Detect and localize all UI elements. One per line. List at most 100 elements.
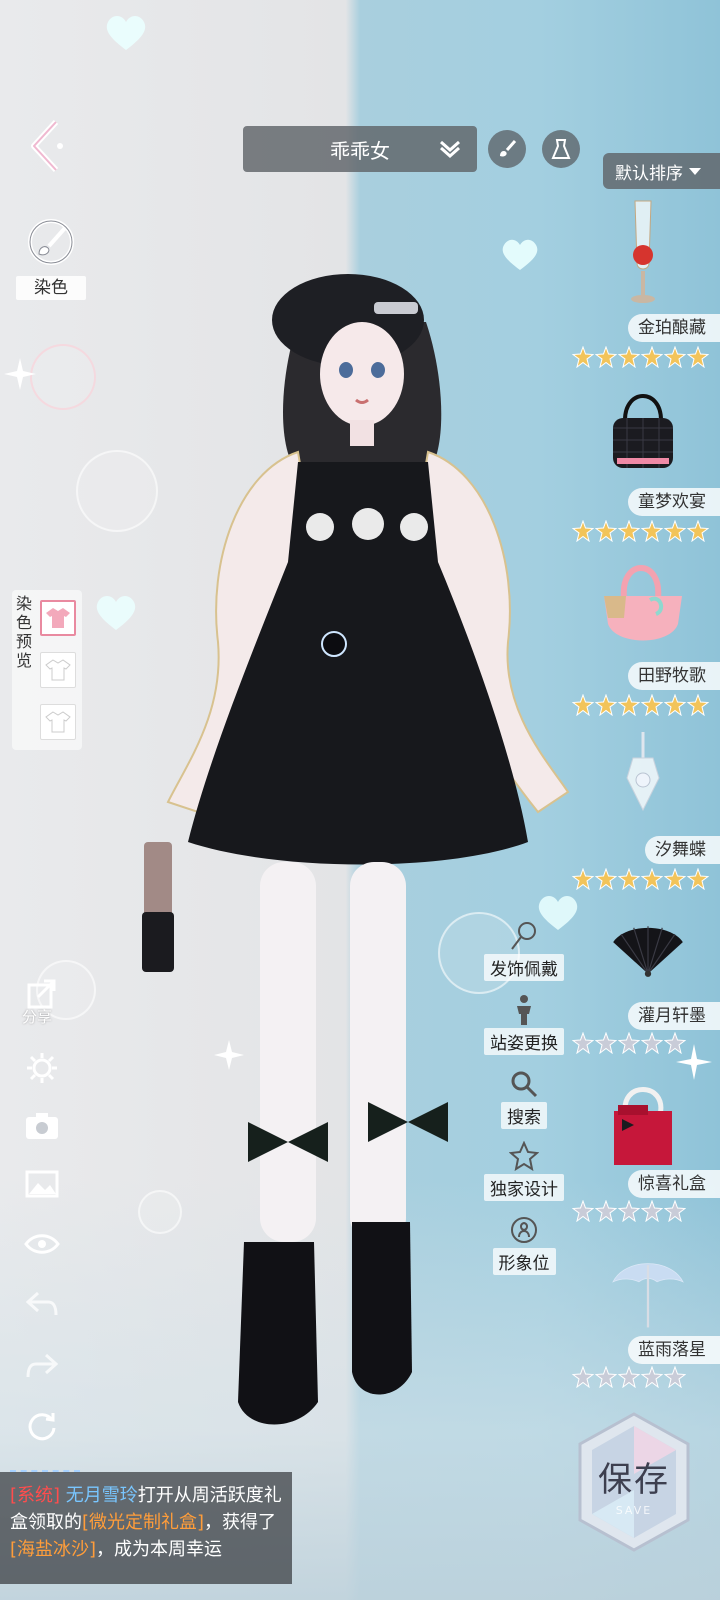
outfit-selector[interactable]: 乖乖女 [243,126,477,172]
sparkle-decoration-icon [4,358,36,390]
chat-panel[interactable]: [系统] 无月雪玲打开从周活跃度礼盒领取的[微光定制礼盒]，获得了[海盐冰沙]，… [0,1472,292,1584]
tool-label: 站姿更换 [484,1028,564,1055]
album-button[interactable] [24,1166,60,1202]
undo-button[interactable] [24,1286,60,1322]
item-card[interactable]: 汐舞蝶 [572,726,720,902]
item-card[interactable]: 童梦欢宴 [572,378,720,554]
item-card[interactable]: 惊喜礼盒 [572,1072,720,1242]
dress-button[interactable] [542,130,580,168]
star-icon [572,1032,594,1054]
star-icon [641,1200,663,1222]
redo-button[interactable] [24,1348,60,1384]
dye-button[interactable]: 染色 [16,216,86,300]
image-slot-tool[interactable]: 形象位 [476,1214,572,1275]
brush-button[interactable] [488,130,526,168]
star-icon [572,694,594,716]
save-sublabel: SAVE [615,1504,653,1517]
item-name: 金珀酿藏 [628,314,720,342]
item-name: 灌月轩墨 [628,1002,720,1030]
sort-dropdown[interactable]: 默认排序 [603,153,720,189]
star-icon [687,346,709,368]
crystal-pendant-icon [626,732,660,812]
star-icon [595,868,617,890]
shirt-icon [45,711,71,733]
star-icon [664,868,686,890]
palette-brush-icon [28,219,74,265]
item-card[interactable]: 灌月轩墨 [572,900,720,1070]
item-stars [572,346,710,368]
shirt-icon [46,608,70,628]
chat-prize-name: [海盐冰沙] [10,1539,97,1560]
item-stars [572,868,710,890]
visibility-button[interactable] [24,1226,60,1262]
bubble-decoration [30,344,96,410]
brightness-button[interactable] [24,1050,60,1086]
save-button[interactable]: 保存 SAVE [574,1410,694,1554]
dye-preview-slot-2[interactable] [40,652,76,688]
item-name: 童梦欢宴 [628,488,720,516]
star-icon [572,1200,594,1222]
dye-preview-slot-1[interactable] [40,600,76,636]
star-icon [595,694,617,716]
item-stars [572,1366,687,1388]
star-icon [618,520,640,542]
shirt-icon [45,659,71,681]
item-thumb [600,378,686,478]
chat-text: ，成为本周幸运 [96,1539,223,1560]
chat-text: ，获得了 [204,1512,277,1533]
chat-gift-name: [微光定制礼盒] [82,1512,205,1533]
star-icon [687,694,709,716]
item-stars [572,1032,687,1054]
item-thumb [600,200,686,304]
heart-decoration-icon [106,16,146,50]
dye-preview-slot-3[interactable] [40,704,76,740]
item-card[interactable]: 金珀酿藏 [572,200,720,380]
item-stars [572,520,710,542]
star-icon [641,694,663,716]
chevron-down-icon [440,140,460,159]
dressing-room-screen: 乖乖女 默认排序 染色 染色预览 分享 发饰佩戴 站姿更换 搜索 独家设计 形象… [0,0,720,1600]
item-card[interactable]: 田野牧歌 [572,552,720,728]
camera-button[interactable] [24,1108,60,1144]
umbrella-icon [612,1263,684,1328]
star-icon [572,1366,594,1388]
pose-change-tool[interactable]: 站姿更换 [476,994,572,1055]
star-icon [572,868,594,890]
dye-preview-panel: 染色预览 [12,590,82,750]
item-name: 汐舞蝶 [645,836,720,864]
reset-button[interactable] [24,1408,60,1444]
star-icon [687,868,709,890]
tool-label: 发饰佩戴 [484,954,564,981]
item-stars [572,1200,687,1222]
folding-fan-icon [613,926,683,977]
star-icon [664,520,686,542]
item-name: 蓝雨落星 [628,1336,720,1364]
exclusive-design-tool[interactable]: 独家设计 [476,1140,572,1201]
star-icon [641,1032,663,1054]
tool-label: 搜索 [501,1102,547,1129]
star-icon [572,346,594,368]
undo-icon [26,1291,58,1316]
chat-user[interactable]: 无月雪玲 [66,1485,138,1506]
pink-basket-bag-icon [604,565,682,641]
quilted-bag-icon [613,394,673,468]
search-tool[interactable]: 搜索 [476,1068,572,1129]
sun-gear-icon [27,1053,57,1083]
star-icon [618,868,640,890]
star-icon [664,1200,686,1222]
share-label: 分享 [22,1008,53,1026]
hair-accessory-tool[interactable]: 发饰佩戴 [476,920,572,981]
image-icon [25,1170,59,1198]
star-icon [595,520,617,542]
item-card[interactable]: 蓝雨落星 [572,1244,720,1414]
character-model[interactable] [128,262,598,1462]
outfit-name: 乖乖女 [330,138,390,163]
wine-glass-rose-icon [631,200,655,303]
back-button[interactable] [22,118,72,174]
item-thumb [600,1072,686,1172]
star-icon [641,1366,663,1388]
tool-label: 独家设计 [484,1174,564,1201]
pose-figure-icon [517,995,531,1025]
refresh-icon [28,1413,56,1441]
star-icon [641,520,663,542]
